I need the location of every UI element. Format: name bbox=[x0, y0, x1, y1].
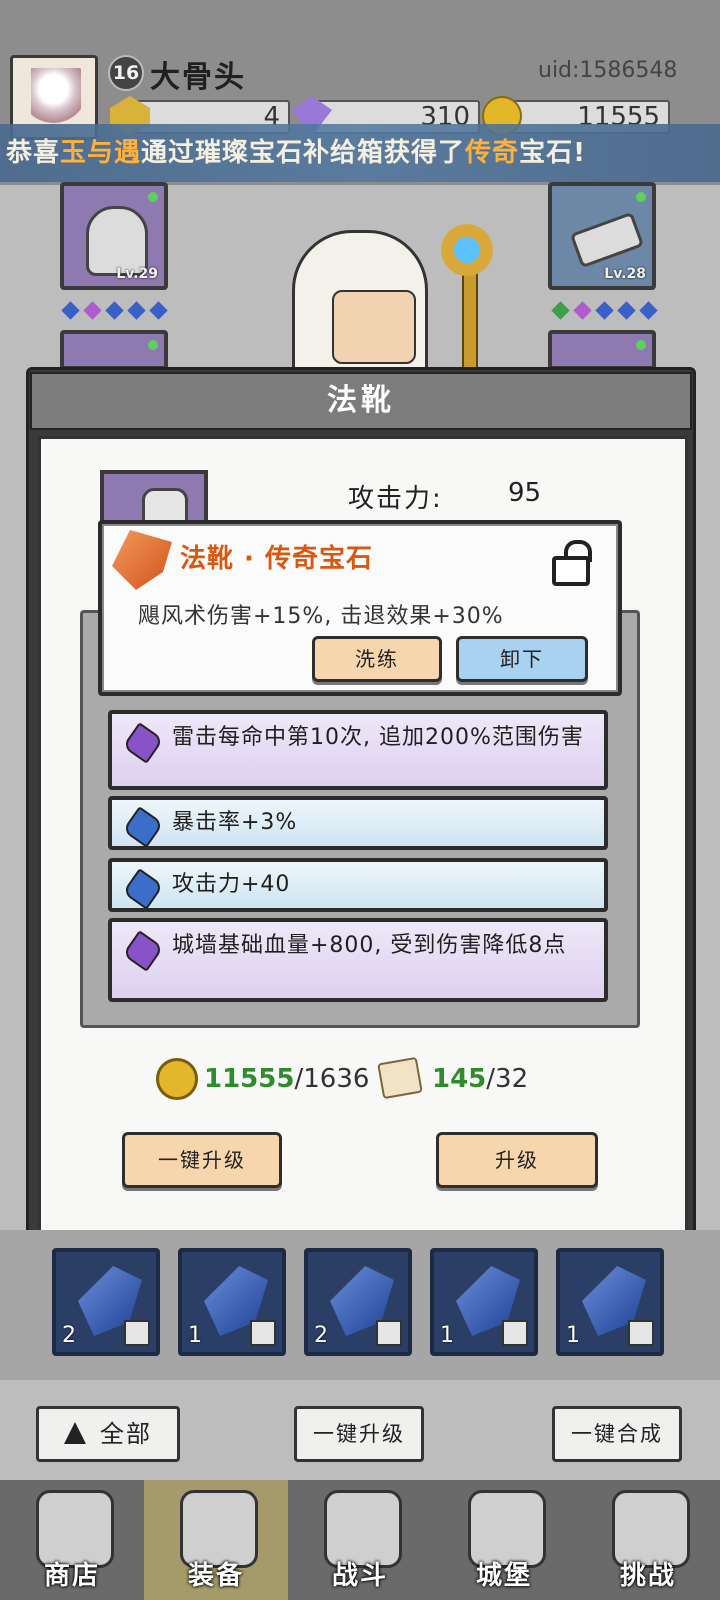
socket-gem bbox=[617, 301, 636, 320]
scroll-cost: 145/32 bbox=[432, 1064, 528, 1094]
socket-gems-right bbox=[551, 301, 662, 320]
socket-gem bbox=[595, 301, 614, 320]
equip-level: Lv.28 bbox=[604, 266, 646, 282]
inventory-slot[interactable]: 2 bbox=[304, 1248, 412, 1356]
upgrade-button[interactable]: 升级 bbox=[436, 1132, 598, 1188]
gem-count: 1 bbox=[566, 1323, 580, 1348]
coin-cost: 11555/1636 bbox=[204, 1064, 369, 1094]
nav-label: 城堡 bbox=[475, 1561, 532, 1591]
unequip-button[interactable]: 卸下 bbox=[456, 636, 588, 682]
purple-gem-icon bbox=[122, 722, 164, 764]
inventory-slot[interactable]: 1 bbox=[178, 1248, 286, 1356]
gem-count: 2 bbox=[62, 1323, 76, 1348]
gem-row-text: 暴击率+3% bbox=[172, 810, 298, 835]
armor-icon bbox=[124, 1320, 150, 1346]
filter-all-button[interactable]: 全部 bbox=[36, 1406, 180, 1462]
nav-castle[interactable]: 城堡 bbox=[432, 1480, 576, 1600]
socket-gem bbox=[127, 301, 146, 320]
hero-face bbox=[332, 290, 416, 364]
equip-slot-helmet[interactable] bbox=[60, 330, 168, 370]
gem-row[interactable]: 城墙基础血量+800, 受到伤害降低8点 bbox=[108, 918, 608, 1002]
gem-row[interactable]: 攻击力+40 bbox=[108, 858, 608, 912]
bulk-merge-button[interactable]: 一键合成 bbox=[552, 1406, 682, 1462]
equipped-dot bbox=[148, 340, 158, 350]
nav-label: 战斗 bbox=[331, 1561, 388, 1591]
level-badge: 16 bbox=[108, 55, 144, 91]
equipped-dot bbox=[636, 192, 646, 202]
socket-gems-left bbox=[61, 301, 172, 320]
avatar-creature bbox=[31, 68, 81, 128]
coin-have: 11555 bbox=[204, 1064, 295, 1094]
socket-gem bbox=[61, 301, 80, 320]
gem-count: 2 bbox=[314, 1323, 328, 1348]
nav-label: 装备 bbox=[187, 1561, 244, 1591]
announcement-banner: 恭喜玉与遇通过璀璨宝石补给箱获得了传奇宝石! bbox=[0, 124, 720, 182]
inventory-slot[interactable]: 1 bbox=[556, 1248, 664, 1356]
blue-gem-icon bbox=[122, 868, 164, 910]
banner-mid: 通过璀璨宝石补给箱获得了 bbox=[141, 138, 466, 168]
coin-icon bbox=[156, 1058, 198, 1100]
quick-upgrade-button[interactable]: 一键升级 bbox=[122, 1132, 282, 1188]
unlocked-padlock-icon[interactable] bbox=[548, 540, 592, 586]
attack-label: 攻击力: bbox=[348, 484, 443, 514]
gem-row[interactable]: 雷击每命中第10次, 追加200%范围伤害 bbox=[108, 710, 608, 790]
player-name: 大骨头 bbox=[150, 60, 246, 95]
gem-row-text: 城墙基础血量+800, 受到伤害降低8点 bbox=[172, 933, 567, 958]
popup-title: 法靴 · 传奇宝石 bbox=[180, 544, 373, 574]
banner-player: 玉与遇 bbox=[60, 138, 142, 168]
socket-gem bbox=[105, 301, 124, 320]
socket-gem bbox=[149, 301, 168, 320]
staff-icon bbox=[502, 1320, 528, 1346]
staff-icon bbox=[628, 1320, 654, 1346]
attack-value: 95 bbox=[508, 478, 542, 508]
boot-icon bbox=[250, 1320, 276, 1346]
nav-shop[interactable]: 商店 bbox=[0, 1480, 144, 1600]
inventory-slot[interactable]: 2 bbox=[52, 1248, 160, 1356]
purple-gem-icon bbox=[122, 930, 164, 972]
inventory-slot[interactable]: 1 bbox=[430, 1248, 538, 1356]
nav-challenge[interactable]: 挑战 bbox=[576, 1480, 720, 1600]
bulk-upgrade-button[interactable]: 一键升级 bbox=[294, 1406, 424, 1462]
banner-rarity: 传奇 bbox=[465, 138, 520, 168]
nav-label: 挑战 bbox=[619, 1561, 676, 1591]
equipped-dot bbox=[148, 192, 158, 202]
socket-gem bbox=[573, 301, 592, 320]
equip-slot-ring[interactable] bbox=[548, 330, 656, 370]
equipped-dot bbox=[636, 340, 646, 350]
staff-orb-icon bbox=[437, 220, 497, 280]
staff-icon bbox=[376, 1320, 402, 1346]
player-uid: uid:1586548 bbox=[538, 58, 678, 83]
refine-button[interactable]: 洗练 bbox=[312, 636, 442, 682]
banner-prefix: 恭喜 bbox=[6, 138, 61, 168]
coin-need: /1636 bbox=[294, 1064, 370, 1094]
gem-count: 1 bbox=[440, 1323, 454, 1348]
scroll-have: 145 bbox=[432, 1064, 487, 1094]
gem-row-text: 雷击每命中第10次, 追加200%范围伤害 bbox=[172, 725, 584, 750]
socket-gem bbox=[551, 301, 570, 320]
nav-label: 商店 bbox=[43, 1561, 100, 1591]
equip-level: Lv.29 bbox=[116, 266, 158, 282]
scroll-need: /32 bbox=[486, 1064, 529, 1094]
filter-all-label: 全部 bbox=[100, 1420, 152, 1448]
blue-gem-icon bbox=[122, 806, 164, 848]
nav-equipment[interactable]: 装备 bbox=[144, 1480, 288, 1600]
equip-slot-weapon[interactable]: Lv.28 bbox=[548, 182, 656, 290]
gem-row[interactable]: 暴击率+3% bbox=[108, 796, 608, 850]
nav-battle[interactable]: 战斗 bbox=[288, 1480, 432, 1600]
socket-gem bbox=[639, 301, 658, 320]
scroll-icon bbox=[377, 1056, 423, 1100]
weapon-icon bbox=[569, 211, 645, 269]
popup-description: 飓风术伤害+15%, 击退效果+30% bbox=[138, 604, 504, 629]
hero-character bbox=[262, 190, 522, 376]
socket-gem bbox=[83, 301, 102, 320]
banner-suffix: 宝石! bbox=[519, 138, 586, 168]
gem-row-text: 攻击力+40 bbox=[172, 872, 291, 897]
gem-count: 1 bbox=[188, 1323, 202, 1348]
padlock-body bbox=[552, 556, 590, 586]
triangle-icon bbox=[64, 1422, 86, 1444]
equip-slot-armor[interactable]: Lv.29 bbox=[60, 182, 168, 290]
dialog-title: 法靴 bbox=[30, 372, 692, 430]
